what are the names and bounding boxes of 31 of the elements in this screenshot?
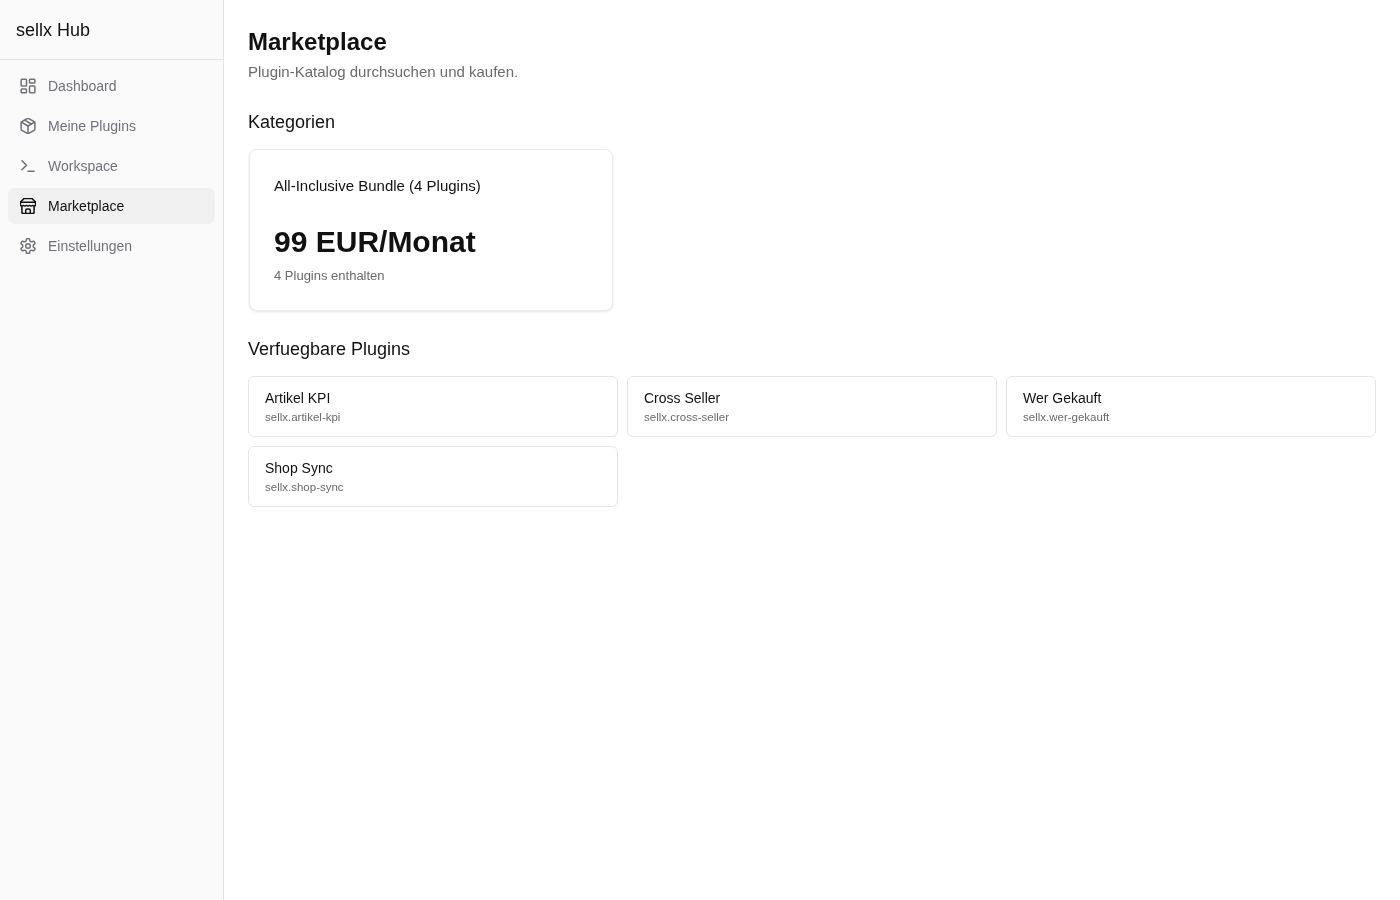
page-subtitle: Plugin-Katalog durchsuchen und kaufen.: [248, 62, 520, 82]
plugin-name: Artikel KPI: [265, 389, 332, 408]
terminal-icon: [20, 158, 36, 174]
plugin-name: Cross Seller: [644, 389, 722, 408]
nav-item[interactable]: Dashboard: [8, 68, 215, 104]
page-title: Marketplace: [248, 27, 388, 57]
bundle-note: 4 Plugins enthalten: [274, 267, 386, 285]
plugin-name: Wer Gekauft: [1023, 389, 1103, 408]
bundle-name: All-Inclusive Bundle (4 Plugins): [274, 176, 482, 196]
cube-icon: [20, 118, 36, 134]
plugin-id: sellx.artikel-kpi: [265, 410, 342, 425]
plugin-id: sellx.wer-gekauft: [1023, 410, 1111, 425]
plugin-id: sellx.cross-seller: [644, 410, 730, 425]
settings-icon: [20, 238, 36, 254]
nav-item[interactable]: Marketplace: [8, 188, 215, 224]
app-title: sellx Hub: [16, 20, 91, 41]
section-heading: Kategorien: [248, 111, 337, 134]
bundle-card[interactable]: All-Inclusive Bundle (4 Plugins) 99 EUR/Monat 4 Plugins enthalten: [249, 149, 613, 311]
plugin-card[interactable]: Artikel KPI sellx.artikel-kpi: [248, 376, 618, 437]
dashboard-grid-icon: [20, 78, 36, 94]
plugin-id: sellx.shop-sync: [265, 480, 345, 495]
store-icon: [20, 198, 36, 214]
plugin-card[interactable]: Wer Gekauft sellx.wer-gekauft: [1006, 376, 1376, 437]
plugin-name: Shop Sync: [265, 459, 334, 478]
nav-item[interactable]: Meine Plugins: [8, 108, 215, 144]
bundle-price: 99 EUR/Monat: [274, 224, 477, 260]
nav-item[interactable]: Einstellungen: [8, 228, 215, 264]
section-heading: Verfuegbare Plugins: [248, 338, 412, 361]
plugin-card[interactable]: Cross Seller sellx.cross-seller: [627, 376, 997, 437]
nav-item[interactable]: Workspace: [8, 148, 215, 184]
plugin-card[interactable]: Shop Sync sellx.shop-sync: [248, 446, 618, 507]
